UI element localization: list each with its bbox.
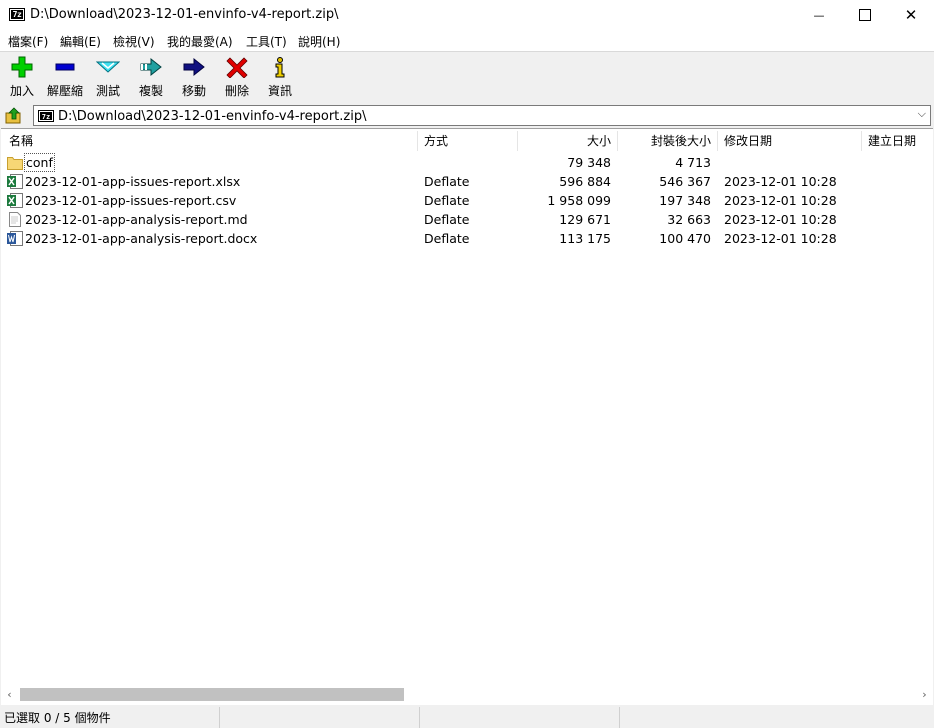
column-divider[interactable] bbox=[861, 131, 862, 151]
column-size[interactable]: 大小 bbox=[517, 129, 611, 153]
add-label: 加入 bbox=[9, 84, 34, 98]
menu-view[interactable]: 檢視(V) bbox=[113, 33, 155, 50]
word-icon bbox=[7, 231, 23, 246]
menu-favorites[interactable]: 我的最愛(A) bbox=[167, 33, 233, 50]
status-divider bbox=[419, 707, 420, 728]
address-bar: 7z D:\Download\2023-12-01-envinfo-v4-rep… bbox=[0, 103, 934, 128]
scroll-left-icon[interactable]: ‹ bbox=[1, 686, 18, 703]
file-packed-size: 32 663 bbox=[667, 212, 711, 227]
address-input[interactable]: 7z D:\Download\2023-12-01-envinfo-v4-rep… bbox=[33, 105, 931, 126]
file-size: 79 348 bbox=[567, 155, 611, 170]
move-label: 移動 bbox=[181, 84, 206, 98]
extract-icon bbox=[53, 56, 77, 78]
minimize-button[interactable]: — bbox=[796, 0, 842, 31]
file-packed-size: 100 470 bbox=[659, 231, 711, 246]
copy-label: 複製 bbox=[138, 84, 163, 98]
info-icon bbox=[268, 56, 292, 78]
menu-edit[interactable]: 編輯(E) bbox=[60, 33, 101, 50]
list-item[interactable]: 2023-12-01-app-issues-report.xlsx Deflat… bbox=[1, 172, 933, 191]
window-title: D:\Download\2023-12-01-envinfo-v4-report… bbox=[30, 7, 339, 22]
title-bar: 7z D:\Download\2023-12-01-envinfo-v4-rep… bbox=[0, 0, 934, 31]
file-name: conf bbox=[24, 153, 55, 172]
up-folder-button[interactable] bbox=[5, 107, 23, 125]
test-icon bbox=[95, 56, 121, 78]
text-file-icon bbox=[7, 212, 21, 227]
excel-icon bbox=[7, 193, 23, 208]
scroll-right-icon[interactable]: › bbox=[916, 686, 933, 703]
menu-help[interactable]: 說明(H) bbox=[298, 33, 340, 50]
menu-file[interactable]: 檔案(F) bbox=[8, 33, 48, 50]
delete-button[interactable]: 刪除 bbox=[217, 56, 257, 99]
column-divider[interactable] bbox=[717, 131, 718, 151]
file-name: 2023-12-01-app-issues-report.csv bbox=[25, 193, 237, 208]
column-name[interactable]: 名稱 bbox=[9, 129, 33, 153]
maximize-button[interactable] bbox=[842, 0, 888, 31]
maximize-icon bbox=[859, 9, 871, 21]
file-method: Deflate bbox=[424, 231, 470, 246]
toolbar-divider bbox=[0, 51, 934, 52]
file-packed-size: 197 348 bbox=[659, 193, 711, 208]
file-modified: 2023-12-01 10:28 bbox=[724, 174, 837, 189]
file-method: Deflate bbox=[424, 212, 470, 227]
test-label: 測試 bbox=[95, 84, 120, 98]
add-button[interactable]: 加入 bbox=[2, 56, 42, 99]
move-icon bbox=[182, 56, 206, 78]
file-modified: 2023-12-01 10:28 bbox=[724, 193, 837, 208]
list-item[interactable]: 2023-12-01-app-analysis-report.md Deflat… bbox=[1, 210, 933, 229]
up-folder-icon bbox=[5, 107, 21, 124]
delete-icon bbox=[225, 56, 249, 79]
archive-icon: 7z bbox=[38, 110, 54, 125]
copy-button[interactable]: 複製 bbox=[131, 56, 171, 99]
menu-bar: 檔案(F) 編輯(E) 檢視(V) 我的最愛(A) 工具(T) 說明(H) bbox=[0, 31, 934, 51]
chevron-down-icon[interactable]: ⌵ bbox=[918, 107, 926, 121]
file-size: 1 958 099 bbox=[547, 193, 611, 208]
column-header-row: 名稱 方式 大小 封裝後大小 修改日期 建立日期 bbox=[1, 129, 933, 153]
scrollbar-thumb[interactable] bbox=[20, 688, 404, 701]
file-modified: 2023-12-01 10:28 bbox=[724, 212, 837, 227]
file-method: Deflate bbox=[424, 174, 470, 189]
file-packed-size: 546 367 bbox=[659, 174, 711, 189]
extract-label: 解壓縮 bbox=[46, 84, 83, 98]
move-button[interactable]: 移動 bbox=[174, 56, 214, 99]
file-list[interactable]: 名稱 方式 大小 封裝後大小 修改日期 建立日期 conf 79 348 4 7… bbox=[1, 128, 933, 705]
column-divider[interactable] bbox=[417, 131, 418, 151]
horizontal-scrollbar[interactable]: ‹ › bbox=[1, 686, 933, 703]
test-button[interactable]: 測試 bbox=[88, 56, 128, 99]
svg-text:7z: 7z bbox=[42, 113, 50, 121]
close-icon: ✕ bbox=[904, 6, 918, 24]
address-path: D:\Download\2023-12-01-envinfo-v4-report… bbox=[58, 109, 367, 124]
file-name: 2023-12-01-app-analysis-report.md bbox=[25, 212, 248, 227]
file-size: 113 175 bbox=[559, 231, 611, 246]
excel-icon bbox=[7, 174, 23, 189]
file-packed-size: 4 713 bbox=[675, 155, 711, 170]
minimize-icon: — bbox=[813, 9, 825, 22]
menu-tools[interactable]: 工具(T) bbox=[246, 33, 287, 50]
column-modified[interactable]: 修改日期 bbox=[724, 129, 772, 153]
list-item[interactable]: conf 79 348 4 713 bbox=[1, 153, 933, 172]
delete-label: 刪除 bbox=[224, 84, 249, 98]
file-method: Deflate bbox=[424, 193, 470, 208]
add-icon bbox=[10, 56, 34, 78]
status-divider bbox=[219, 707, 220, 728]
status-text: 已選取 0 / 5 個物件 bbox=[4, 711, 111, 725]
column-method[interactable]: 方式 bbox=[424, 129, 448, 153]
info-button[interactable]: 資訊 bbox=[260, 56, 300, 99]
status-bar: 已選取 0 / 5 個物件 bbox=[0, 705, 934, 728]
7zip-app-icon: 7z bbox=[9, 8, 25, 21]
folder-icon bbox=[7, 155, 23, 170]
column-packed-size[interactable]: 封裝後大小 bbox=[617, 129, 711, 153]
close-button[interactable]: ✕ bbox=[888, 0, 934, 31]
copy-icon bbox=[139, 56, 163, 78]
extract-button[interactable]: 解壓縮 bbox=[45, 56, 85, 99]
file-size: 129 671 bbox=[559, 212, 611, 227]
info-label: 資訊 bbox=[267, 84, 292, 98]
status-divider bbox=[619, 707, 620, 728]
file-name: 2023-12-01-app-issues-report.xlsx bbox=[25, 174, 241, 189]
file-modified: 2023-12-01 10:28 bbox=[724, 231, 837, 246]
list-item[interactable]: 2023-12-01-app-analysis-report.docx Defl… bbox=[1, 229, 933, 248]
file-size: 596 884 bbox=[559, 174, 611, 189]
file-name: 2023-12-01-app-analysis-report.docx bbox=[25, 231, 258, 246]
column-created[interactable]: 建立日期 bbox=[868, 129, 916, 153]
list-item[interactable]: 2023-12-01-app-issues-report.csv Deflate… bbox=[1, 191, 933, 210]
